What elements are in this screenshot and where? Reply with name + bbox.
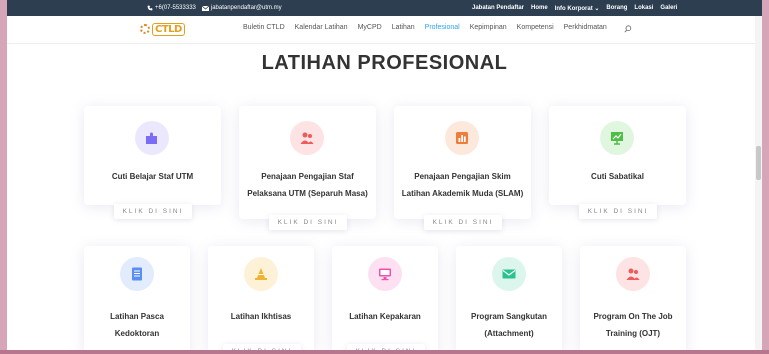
mail-icon [502, 269, 516, 279]
presentation-icon [611, 132, 623, 145]
card-title-line: Penajaan Pengajian Staf [261, 172, 354, 181]
icon-bg [445, 121, 479, 155]
card-title: Penajaan Pengajian Skim Latihan Akademik… [394, 168, 531, 202]
main-nav: CTLD Buletin CTLD Kalendar Latihan MyCPD… [7, 16, 762, 44]
icon-bg [616, 257, 650, 291]
puzzle-icon [146, 132, 157, 144]
icon-bg [244, 257, 278, 291]
icon-bg [120, 257, 154, 291]
gear-icon [140, 24, 150, 34]
icon-bg [492, 257, 526, 291]
icon-bg [135, 121, 169, 155]
nav-item-perkhidmatan[interactable]: Perkhidmatan [564, 24, 607, 31]
scrollbar-thumb[interactable] [756, 146, 761, 180]
email-address: jabatanpendaftar@utm.my [210, 5, 282, 11]
phone-icon [147, 5, 153, 11]
page-title: LATIHAN PROFESIONAL [261, 52, 508, 74]
toplink-home[interactable]: Home [531, 5, 548, 12]
nav-item-latihan[interactable]: Latihan [392, 24, 415, 31]
card-title-line: Program Sangkutan [470, 312, 547, 321]
card-title: Latihan Kepakaran [332, 308, 438, 325]
toplink-jabatan-pendaftar[interactable]: Jabatan Pendaftar [472, 5, 524, 12]
search-icon[interactable] [624, 25, 632, 33]
card-penajaan-slam: Penajaan Pengajian Skim Latihan Akademik… [394, 106, 531, 219]
icon-bg [290, 121, 324, 155]
phone-contact[interactable]: +6(07-5533333 [147, 5, 196, 11]
card-title: Program On The Job Training (OJT) [580, 308, 686, 342]
nav-item-profesional[interactable]: Profesional [425, 24, 460, 31]
klik-di-sini-button[interactable]: KLIK DI SINI [579, 204, 657, 219]
card-title: Cuti Sabatikal [549, 168, 686, 185]
card-latihan-pasca-kedoktoran: Latihan Pasca Kedoktoran [84, 246, 190, 354]
monitor-icon [379, 268, 391, 281]
card-title: Latihan Pasca Kedoktoran [84, 308, 190, 342]
nav-item-buletin-ctld[interactable]: Buletin CTLD [243, 24, 285, 31]
chart-icon [456, 132, 468, 144]
logo-text: CTLD [152, 22, 185, 36]
users-icon [626, 268, 640, 280]
users-icon [300, 132, 314, 144]
card-title-line: Latihan Ikhtisas [230, 312, 292, 321]
card-title-line: Program On The Job [593, 312, 673, 321]
bottom-edge [0, 350, 769, 354]
card-penajaan-staf-pelaksana: Penajaan Pengajian Staf Pelaksana UTM (S… [239, 106, 376, 219]
card-title-line: Penajaan Pengajian Skim [414, 172, 511, 181]
nav-item-kepimpinan[interactable]: Kepimpinan [470, 24, 507, 31]
card-program-sangkutan: Program Sangkutan (Attachment) [456, 246, 562, 354]
email-icon [201, 5, 209, 11]
document-icon [132, 267, 142, 281]
nav-item-mycpd[interactable]: MyCPD [358, 24, 382, 31]
toplink-info-korporat[interactable]: Info Korporat ⌄ [555, 5, 600, 12]
card-latihan-kepakaran: Latihan Kepakaran [332, 246, 438, 354]
card-title-line: Kedoktoran [114, 329, 160, 338]
email-contact[interactable]: jabatanpendaftar@utm.my [201, 5, 282, 11]
icon-bg [600, 121, 634, 155]
klik-di-sini-button[interactable]: KLIK DI SINI [114, 204, 192, 219]
card-title: Penajaan Pengajian Staf Pelaksana UTM (S… [239, 168, 376, 202]
card-title: Program Sangkutan (Attachment) [456, 308, 562, 342]
card-title: Latihan Ikhtisas [208, 308, 314, 325]
nav-item-kompetensi[interactable]: Kompetensi [517, 24, 554, 31]
card-title-line: (Attachment) [484, 329, 534, 338]
cone-icon [255, 268, 267, 280]
card-title-line: Latihan Akademik Muda (SLAM) [401, 189, 524, 198]
card-title-line: Latihan Pasca [110, 312, 164, 321]
phone-number: +6(07-5533333 [155, 5, 196, 11]
toplink-lokasi[interactable]: Lokasi [634, 5, 653, 12]
page-frame: +6(07-5533333 jabatanpendaftar@utm.my Ja… [7, 0, 762, 354]
card-latihan-ikhtisas: Latihan Ikhtisas [208, 246, 314, 354]
klik-di-sini-button[interactable]: KLIK DI SINI [269, 215, 347, 230]
card-title: Cuti Belajar Staf UTM [84, 168, 221, 185]
card-cuti-belajar: Cuti Belajar Staf UTM [84, 106, 221, 205]
ctld-logo[interactable]: CTLD [140, 22, 188, 36]
toplink-borang[interactable]: Borang [606, 5, 627, 12]
toplink-galeri[interactable]: Galeri [660, 5, 677, 12]
top-bar: +6(07-5533333 jabatanpendaftar@utm.my Ja… [7, 0, 762, 16]
card-title-line: Training (OJT) [605, 329, 661, 338]
card-title-line: Cuti Sabatikal [591, 172, 644, 181]
card-cuti-sabatikal: Cuti Sabatikal [549, 106, 686, 205]
card-title-line: Latihan Kepakaran [349, 312, 421, 321]
icon-bg [368, 257, 402, 291]
card-program-ojt: Program On The Job Training (OJT) [580, 246, 686, 354]
nav-item-kalendar-latihan[interactable]: Kalendar Latihan [295, 24, 348, 31]
scrollbar[interactable] [755, 16, 762, 354]
card-title-line: Pelaksana UTM (Separuh Masa) [247, 189, 368, 198]
card-title-line: Cuti Belajar Staf UTM [111, 172, 194, 181]
klik-di-sini-button[interactable]: KLIK DI SINI [424, 215, 502, 230]
